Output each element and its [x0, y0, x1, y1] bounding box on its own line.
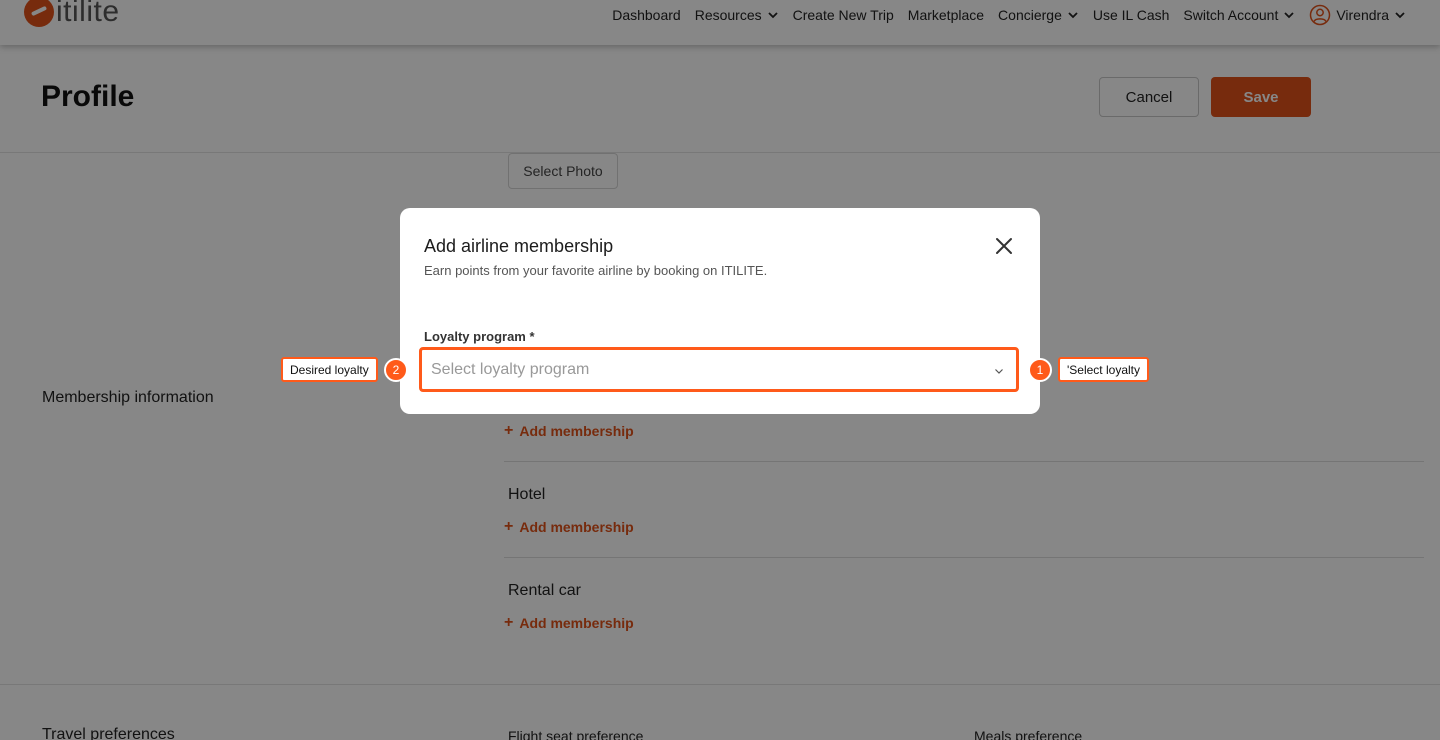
loyalty-program-placeholder: Select loyalty program — [431, 360, 590, 378]
modal-title: Add airline membership — [424, 236, 614, 256]
annotation-label-2: Desired loyalty — [281, 357, 378, 382]
chevron-down-icon — [995, 369, 1003, 374]
modal-subtitle: Earn points from your favorite airline b… — [424, 263, 768, 278]
annotation-badge-1: 1 — [1028, 358, 1052, 382]
close-icon[interactable] — [992, 234, 1016, 258]
loyalty-program-select[interactable]: Select loyalty program — [419, 347, 1019, 392]
annotation-label-1: 'Select loyalty — [1058, 357, 1149, 382]
loyalty-program-label: Loyalty program * — [424, 329, 535, 344]
add-airline-membership-modal: Add airline membership Earn points from … — [400, 208, 1040, 414]
annotation-badge-2: 2 — [384, 358, 408, 382]
